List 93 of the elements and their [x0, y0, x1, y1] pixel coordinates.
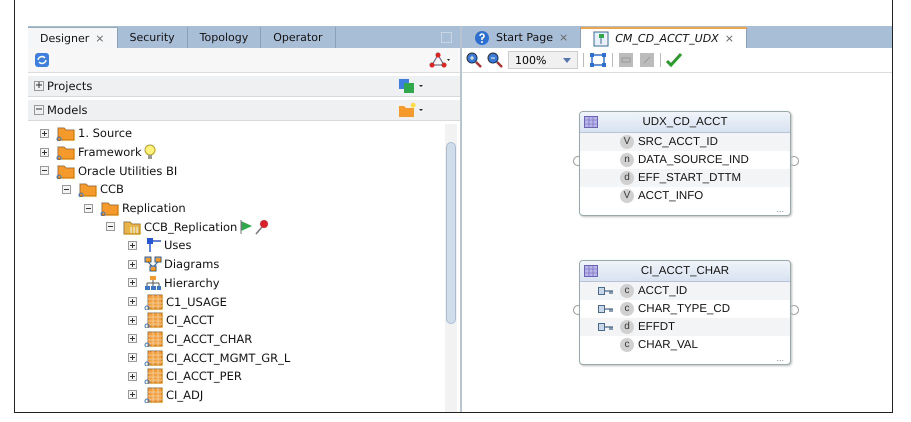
column-type-label: c: [620, 284, 634, 298]
tree-item[interactable]: CI_ADJ: [166, 388, 204, 402]
table-icon: [144, 368, 164, 384]
close-icon[interactable]: ×: [95, 32, 104, 44]
column-name: CHAR_VAL: [638, 339, 698, 351]
column-name: ACCT_INFO: [638, 190, 704, 202]
folder-icon: [56, 162, 76, 179]
help-icon: [474, 30, 490, 46]
expander-toggle[interactable]: [106, 222, 115, 232]
table-icon: [144, 294, 164, 310]
expander-toggle[interactable]: [128, 353, 137, 362]
accordion-header[interactable]: Projects: [28, 76, 460, 97]
expander-toggle[interactable]: [128, 297, 137, 306]
tree-item[interactable]: CCB: [100, 182, 124, 196]
expander-toggle[interactable]: [128, 316, 137, 325]
expander-toggle[interactable]: [40, 128, 49, 138]
expander-toggle[interactable]: [128, 240, 137, 250]
tree-item[interactable]: CI_ACCT_MGMT_GR_L: [166, 350, 290, 365]
zoom-in-icon[interactable]: [466, 52, 482, 68]
flag-icon: [239, 218, 254, 235]
tree-item[interactable]: Oracle Utilities BI: [78, 164, 178, 178]
checkmark-icon[interactable]: [666, 52, 682, 68]
table-icon: [144, 386, 164, 403]
expander-toggle[interactable]: [84, 204, 93, 213]
dropdown-caret-icon: [563, 58, 571, 62]
expander-toggle[interactable]: [128, 372, 137, 381]
fit-to-window-icon[interactable]: [589, 52, 607, 68]
panel-tab[interactable]: Designer ×: [28, 27, 118, 48]
folder-icon: [56, 144, 76, 160]
tree-item[interactable]: CCB_Replication: [144, 220, 238, 234]
table-icon: [144, 312, 164, 328]
column-name: CHAR_TYPE_CD: [638, 303, 730, 315]
layout-icon[interactable]: [618, 52, 634, 68]
column-type-label: V: [620, 135, 634, 149]
tree-item[interactable]: Hierarchy: [164, 276, 220, 290]
expander-toggle[interactable]: [40, 148, 49, 157]
editor-tab[interactable]: CM_CD_ACCT_UDX ×: [581, 27, 747, 48]
tree-item[interactable]: Replication: [122, 201, 186, 216]
more-indicator[interactable]: ...: [580, 205, 790, 215]
new-project-icon[interactable]: [398, 78, 424, 94]
folder-icon: [78, 181, 98, 198]
scrollbar[interactable]: [445, 124, 457, 412]
expand-icon[interactable]: [34, 81, 44, 91]
refresh-icon[interactable]: [34, 52, 50, 68]
tree-item[interactable]: CI_ACCT_PER: [166, 369, 242, 384]
column-name: ACCT_ID: [638, 285, 688, 297]
model-folder-icon: [122, 218, 142, 235]
expander-toggle[interactable]: [128, 278, 137, 288]
pushpin-icon: [255, 218, 270, 235]
zoom-out-icon[interactable]: [487, 52, 503, 68]
entity-title: CI_ACCT_CHAR: [640, 265, 730, 277]
hierarchy-icon: [144, 274, 162, 291]
expander-toggle[interactable]: [128, 260, 137, 269]
table-grid-icon: [584, 116, 598, 128]
pin-arrow-icon: [144, 237, 162, 254]
tree-item[interactable]: Uses: [164, 238, 192, 252]
accordion-header[interactable]: Models: [28, 100, 460, 121]
table-grid-icon: [584, 265, 598, 277]
collapse-icon[interactable]: [34, 105, 44, 115]
column-type-label: d: [620, 320, 634, 334]
folder-icon: [56, 125, 76, 142]
tree-item[interactable]: Diagrams: [164, 257, 220, 272]
tree-item[interactable]: CI_ACCT_CHAR: [166, 332, 252, 346]
column-name: EFFDT: [638, 321, 676, 333]
folder-icon: [100, 200, 120, 216]
column-type-label: c: [620, 338, 634, 352]
column-type-label: V: [620, 189, 634, 203]
entity-box[interactable]: CI_ACCT_CHAR c ACCT_ID c CHAR_TYPE_CD d EFFDT c CHAR_VAL ...: [579, 260, 791, 365]
tree-item[interactable]: Framework: [78, 145, 142, 160]
expander-toggle[interactable]: [128, 334, 137, 344]
tree-item[interactable]: 1. Source: [78, 126, 132, 140]
tree-item[interactable]: C1_USAGE: [166, 294, 227, 309]
more-indicator[interactable]: ...: [580, 354, 790, 364]
entity-title: UDX_CD_ACCT: [642, 116, 728, 128]
expander-toggle[interactable]: [128, 390, 137, 400]
entity-box[interactable]: UDX_CD_ACCT V SRC_ACCT_ID n DATA_SOURCE_IND d EFF_START_DTTM V ACCT_INFO ...: [579, 111, 791, 216]
zoom-dropdown[interactable]: 100%: [508, 51, 578, 69]
column-name: EFF_START_DTTM: [638, 172, 742, 184]
column-name: SRC_ACCT_ID: [638, 136, 718, 148]
expander-toggle[interactable]: [62, 184, 71, 194]
lightbulb-icon: [144, 144, 156, 160]
tree-item[interactable]: CI_ACCT: [166, 313, 214, 328]
table-icon: [144, 350, 164, 366]
column-type-label: d: [620, 171, 634, 185]
connector-nodes-icon[interactable]: [428, 52, 450, 68]
column-name: DATA_SOURCE_IND: [638, 154, 749, 166]
column-type-label: c: [620, 302, 634, 316]
close-icon[interactable]: ×: [724, 32, 734, 45]
diagram-icon: [593, 30, 610, 46]
diagram-icon: [144, 256, 162, 272]
column-type-label: n: [620, 153, 634, 167]
table-icon: [144, 330, 164, 347]
expander-toggle[interactable]: [40, 166, 49, 176]
